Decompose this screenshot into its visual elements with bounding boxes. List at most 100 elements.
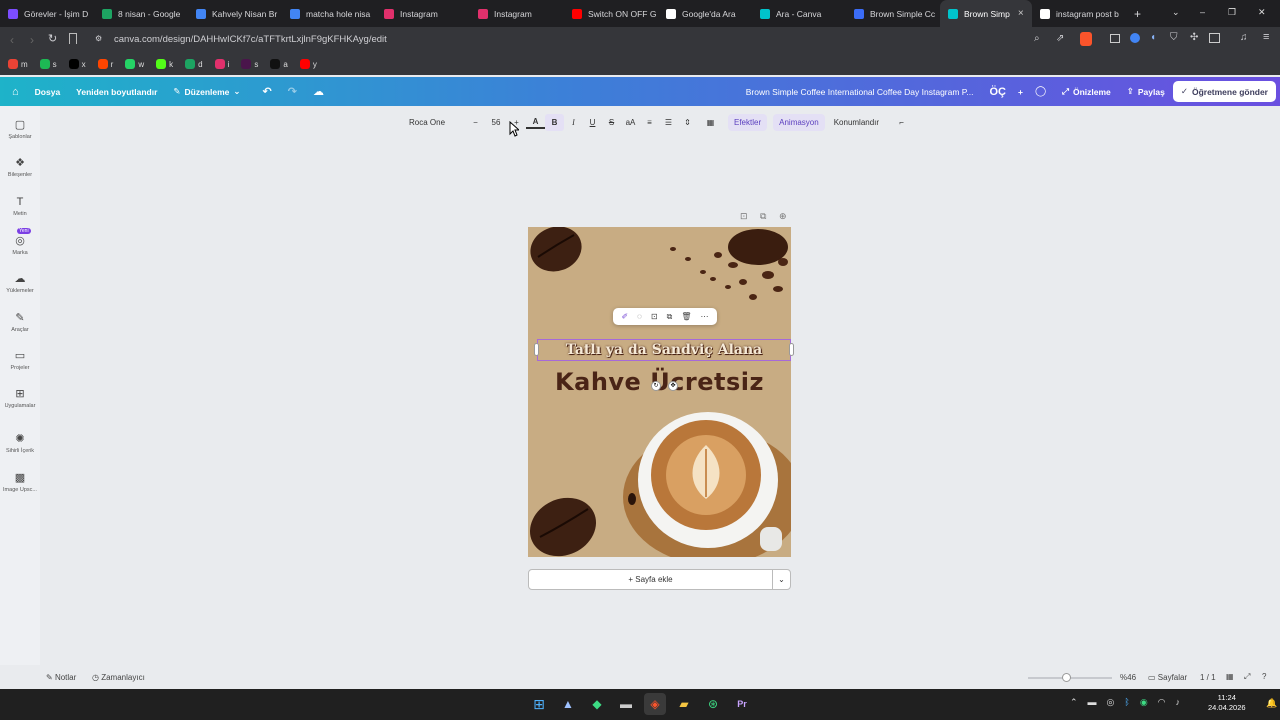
tray-icon[interactable]: ▬ [1088,697,1097,708]
browser-tab[interactable]: Ara - Canva [752,0,846,27]
app-icon[interactable]: ◆ [586,693,608,715]
extension-icon[interactable] [1130,33,1140,43]
windows-start-icon[interactable]: ⊞ [528,693,550,715]
duplicate-page-icon[interactable]: ⧉ [760,211,766,222]
sidebar-item-image-upscaler[interactable]: ▩ Image Upsc... [0,471,40,493]
zoom-level[interactable]: %46 [1120,673,1136,682]
forward-icon[interactable]: › [30,33,34,47]
shield-icon[interactable]: ⛉ [1170,32,1178,43]
send-to-teacher-button[interactable]: ✓ Öğretmene gönder [1172,81,1276,102]
sidebar-item-magic[interactable]: ✺ Sihirli İçerik [0,432,40,454]
effects-button[interactable]: Efektler [728,114,768,131]
copy-style-icon[interactable]: ⌐ [892,112,911,133]
lock-icon[interactable]: ⊡ [740,211,748,222]
bookmark-item[interactable]: r [97,59,113,69]
bookmark-item[interactable]: y [299,59,317,69]
undo-button[interactable]: ↶ [255,77,280,106]
site-info-icon[interactable]: ⚙ [95,34,102,43]
back-icon[interactable]: ‹ [10,33,14,47]
design-title[interactable]: Brown Simple Coffee International Coffee… [738,77,982,106]
browser-tab[interactable]: Brown Simp × [940,0,1032,27]
app-icon[interactable]: ▬ [615,693,637,715]
sidebar-item-template[interactable]: ▢ Şablonlar [0,118,40,140]
bookmark-item[interactable]: s [39,59,57,69]
text-color-button[interactable]: A [526,116,545,129]
browser-tab[interactable]: Switch ON OFF G [564,0,658,27]
pages-button[interactable]: ▭ Sayfalar [1148,673,1187,682]
share-button[interactable]: ⇪ Paylaş [1119,77,1173,106]
tray-icon[interactable]: ◎ [1107,697,1115,708]
magic-write-icon[interactable]: ✐ [621,312,628,321]
bold-button[interactable]: B [545,114,564,131]
sidebar-item-apps[interactable]: ⊞ Uygulamalar [0,387,40,409]
trash-icon[interactable]: 🗑 [681,312,691,321]
chevron-up-icon[interactable]: ⌃ [1070,697,1078,708]
zoom-slider-track[interactable] [1028,673,1112,682]
minimize-icon[interactable]: – [1200,7,1205,17]
sidebar-item-upload[interactable]: ☁ Yüklemeler [0,272,40,294]
chevron-down-icon[interactable]: ⌄ [772,570,790,589]
extension-icon[interactable]: ◖ [1150,32,1156,43]
sidebar-item-elements[interactable]: ❖ Bileşenler [0,156,40,178]
app-icon[interactable]: ⊛ [702,693,724,715]
sidebar-item-brand[interactable]: ◎ Marka Yeni [0,228,40,256]
comment-icon[interactable]: ◌ [637,312,642,321]
sidebar-item-folder[interactable]: ▭ Projeler [0,349,40,371]
fullscreen-icon[interactable]: ⤢ [1244,672,1250,682]
brave-shield-icon[interactable] [1080,32,1092,46]
wifi-icon[interactable]: ◠ [1158,697,1166,708]
sidebar-toggle-icon[interactable] [1209,33,1220,43]
letter-case-button[interactable]: aA [621,112,640,133]
browser-tab[interactable]: 8 nisan - Google [94,0,188,27]
share-page-icon[interactable]: ⇗ [1056,33,1064,44]
align-center-icon[interactable]: ≡ [640,112,659,133]
resize-handle-right[interactable] [789,343,794,356]
rotate-handle-icon[interactable]: ↻ [651,381,661,391]
position-button[interactable]: Konumlandır [831,112,882,133]
comments-button[interactable]: ◯ [1027,77,1054,106]
extension-icon[interactable] [1110,34,1120,43]
zoom-lens-icon[interactable]: ⌕ [1034,33,1040,44]
more-options-icon[interactable]: ⋯ [700,312,708,321]
transparency-icon[interactable]: ▦ [701,112,720,133]
bookmark-item[interactable]: d [185,59,203,69]
selected-text-line[interactable]: Tatlı ya da Sandviç Alana [537,339,791,361]
menu-icon[interactable]: ≡ [1263,31,1269,43]
grid-view-icon[interactable]: ▦ [1226,672,1234,681]
premiere-pro-icon[interactable]: Pr [731,693,753,715]
browser-tab[interactable]: Instagram [376,0,470,27]
underline-button[interactable]: U [583,112,602,133]
volume-icon[interactable]: ♪ [1176,697,1181,708]
system-clock[interactable]: 11:24 24.04.2026 [1208,693,1246,713]
cloud-save-button[interactable]: ☁ [305,77,332,106]
browser-tab[interactable]: Google'da Ara [658,0,752,27]
browser-tab[interactable]: instagram post b [1032,0,1126,27]
italic-button[interactable]: I [564,112,583,133]
avatar[interactable]: ÖÇ [981,77,1014,106]
help-icon[interactable]: ? [1262,672,1266,681]
reload-icon[interactable]: ↻ [48,32,57,45]
bookmark-item[interactable]: k [156,59,173,69]
font-size-input[interactable]: 56 [485,112,507,133]
notes-button[interactable]: ✎ Notlar [46,673,76,682]
add-page-button[interactable]: + Sayfa ekle [529,575,772,584]
new-tab-button[interactable]: + [1126,0,1149,27]
maximize-icon[interactable]: ❐ [1228,7,1236,18]
strikethrough-button[interactable]: S [602,112,621,133]
app-icon[interactable]: ▲ [557,693,579,715]
browser-tab[interactable]: Kahvely Nisan Br [188,0,282,27]
add-page-icon[interactable]: ⊕ [779,211,787,222]
preview-button[interactable]: ⤢ Önizleme [1054,77,1119,106]
file-explorer-icon[interactable]: ▰ [673,693,695,715]
chevron-down-icon[interactable]: ⌄ [1172,7,1180,18]
bookmark-item[interactable]: s [241,59,258,69]
design-page[interactable]: Tatlı ya da Sandviç Alana Kahve Ücretsiz… [528,227,791,557]
font-family-select[interactable]: Roca One [402,112,466,133]
browser-tab[interactable]: Brown Simple Cc [846,0,940,27]
browser-tab[interactable]: Instagram [470,0,564,27]
spacing-icon[interactable]: ⇕ [678,112,697,133]
animation-button[interactable]: Animasyon [773,114,825,131]
browser-tab[interactable]: Görevler - İşim D [0,0,94,27]
redo-button[interactable]: ↷ [280,77,305,106]
edit-mode-button[interactable]: ✎ Düzenleme ⌄ [165,77,248,106]
